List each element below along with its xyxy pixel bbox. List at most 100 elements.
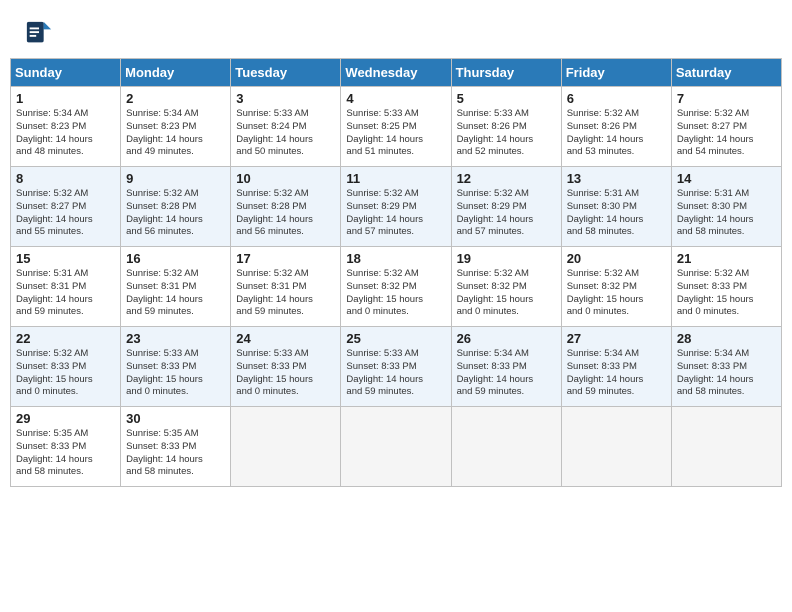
day-info: Sunrise: 5:32 AM Sunset: 8:32 PM Dayligh… <box>346 268 445 319</box>
day-info: Sunrise: 5:32 AM Sunset: 8:32 PM Dayligh… <box>457 268 556 319</box>
day-number: 23 <box>126 331 225 346</box>
calendar-cell: 6 Sunrise: 5:32 AM Sunset: 8:26 PM Daylig… <box>561 87 671 167</box>
day-number: 11 <box>346 171 445 186</box>
day-info: Sunrise: 5:34 AM Sunset: 8:33 PM Dayligh… <box>677 348 776 399</box>
day-info: Sunrise: 5:33 AM Sunset: 8:24 PM Dayligh… <box>236 108 335 159</box>
calendar-cell: 9 Sunrise: 5:32 AM Sunset: 8:28 PM Daylig… <box>121 167 231 247</box>
day-number: 8 <box>16 171 115 186</box>
calendar-cell <box>341 407 451 487</box>
day-number: 4 <box>346 91 445 106</box>
calendar-cell: 25 Sunrise: 5:33 AM Sunset: 8:33 PM Dayli… <box>341 327 451 407</box>
day-number: 18 <box>346 251 445 266</box>
calendar-cell: 27 Sunrise: 5:34 AM Sunset: 8:33 PM Dayli… <box>561 327 671 407</box>
day-info: Sunrise: 5:32 AM Sunset: 8:26 PM Dayligh… <box>567 108 666 159</box>
logo-icon <box>25 20 53 48</box>
day-number: 13 <box>567 171 666 186</box>
calendar-cell: 19 Sunrise: 5:32 AM Sunset: 8:32 PM Dayli… <box>451 247 561 327</box>
calendar-cell: 29 Sunrise: 5:35 AM Sunset: 8:33 PM Dayli… <box>11 407 121 487</box>
calendar-cell: 16 Sunrise: 5:32 AM Sunset: 8:31 PM Dayli… <box>121 247 231 327</box>
calendar-cell: 22 Sunrise: 5:32 AM Sunset: 8:33 PM Dayli… <box>11 327 121 407</box>
col-header-tuesday: Tuesday <box>231 59 341 87</box>
col-header-wednesday: Wednesday <box>341 59 451 87</box>
day-info: Sunrise: 5:34 AM Sunset: 8:33 PM Dayligh… <box>567 348 666 399</box>
day-info: Sunrise: 5:32 AM Sunset: 8:27 PM Dayligh… <box>16 188 115 239</box>
calendar-cell: 2 Sunrise: 5:34 AM Sunset: 8:23 PM Daylig… <box>121 87 231 167</box>
day-info: Sunrise: 5:32 AM Sunset: 8:32 PM Dayligh… <box>567 268 666 319</box>
calendar-cell <box>671 407 781 487</box>
calendar-cell: 18 Sunrise: 5:32 AM Sunset: 8:32 PM Dayli… <box>341 247 451 327</box>
logo <box>25 20 55 48</box>
day-info: Sunrise: 5:32 AM Sunset: 8:27 PM Dayligh… <box>677 108 776 159</box>
day-info: Sunrise: 5:34 AM Sunset: 8:33 PM Dayligh… <box>457 348 556 399</box>
day-number: 27 <box>567 331 666 346</box>
day-info: Sunrise: 5:32 AM Sunset: 8:28 PM Dayligh… <box>236 188 335 239</box>
calendar-cell <box>561 407 671 487</box>
calendar-cell: 26 Sunrise: 5:34 AM Sunset: 8:33 PM Dayli… <box>451 327 561 407</box>
day-number: 19 <box>457 251 556 266</box>
day-info: Sunrise: 5:33 AM Sunset: 8:33 PM Dayligh… <box>126 348 225 399</box>
calendar-header-row: SundayMondayTuesdayWednesdayThursdayFrid… <box>11 59 782 87</box>
day-info: Sunrise: 5:33 AM Sunset: 8:25 PM Dayligh… <box>346 108 445 159</box>
day-number: 15 <box>16 251 115 266</box>
day-info: Sunrise: 5:33 AM Sunset: 8:33 PM Dayligh… <box>236 348 335 399</box>
calendar-cell: 17 Sunrise: 5:32 AM Sunset: 8:31 PM Dayli… <box>231 247 341 327</box>
day-number: 25 <box>346 331 445 346</box>
day-info: Sunrise: 5:32 AM Sunset: 8:31 PM Dayligh… <box>236 268 335 319</box>
day-info: Sunrise: 5:32 AM Sunset: 8:29 PM Dayligh… <box>346 188 445 239</box>
day-info: Sunrise: 5:34 AM Sunset: 8:23 PM Dayligh… <box>16 108 115 159</box>
day-number: 14 <box>677 171 776 186</box>
day-info: Sunrise: 5:31 AM Sunset: 8:31 PM Dayligh… <box>16 268 115 319</box>
day-info: Sunrise: 5:35 AM Sunset: 8:33 PM Dayligh… <box>16 428 115 479</box>
day-info: Sunrise: 5:31 AM Sunset: 8:30 PM Dayligh… <box>567 188 666 239</box>
calendar-cell: 13 Sunrise: 5:31 AM Sunset: 8:30 PM Dayli… <box>561 167 671 247</box>
day-info: Sunrise: 5:33 AM Sunset: 8:26 PM Dayligh… <box>457 108 556 159</box>
calendar-cell: 15 Sunrise: 5:31 AM Sunset: 8:31 PM Dayli… <box>11 247 121 327</box>
day-info: Sunrise: 5:35 AM Sunset: 8:33 PM Dayligh… <box>126 428 225 479</box>
day-number: 26 <box>457 331 556 346</box>
calendar-week-row: 1Sunrise: 5:34 AM Sunset: 8:23 PM Daylig… <box>11 87 782 167</box>
day-info: Sunrise: 5:31 AM Sunset: 8:30 PM Dayligh… <box>677 188 776 239</box>
col-header-sunday: Sunday <box>11 59 121 87</box>
day-number: 12 <box>457 171 556 186</box>
col-header-friday: Friday <box>561 59 671 87</box>
day-number: 2 <box>126 91 225 106</box>
day-number: 30 <box>126 411 225 426</box>
calendar-cell: 11 Sunrise: 5:32 AM Sunset: 8:29 PM Dayli… <box>341 167 451 247</box>
page-header <box>10 10 782 53</box>
calendar-cell: 1Sunrise: 5:34 AM Sunset: 8:23 PM Daylig… <box>11 87 121 167</box>
calendar-table: SundayMondayTuesdayWednesdayThursdayFrid… <box>10 58 782 487</box>
calendar-cell: 30 Sunrise: 5:35 AM Sunset: 8:33 PM Dayli… <box>121 407 231 487</box>
col-header-thursday: Thursday <box>451 59 561 87</box>
day-number: 17 <box>236 251 335 266</box>
day-info: Sunrise: 5:32 AM Sunset: 8:29 PM Dayligh… <box>457 188 556 239</box>
calendar-cell: 5 Sunrise: 5:33 AM Sunset: 8:26 PM Daylig… <box>451 87 561 167</box>
col-header-saturday: Saturday <box>671 59 781 87</box>
calendar-week-row: 29 Sunrise: 5:35 AM Sunset: 8:33 PM Dayli… <box>11 407 782 487</box>
calendar-week-row: 22 Sunrise: 5:32 AM Sunset: 8:33 PM Dayli… <box>11 327 782 407</box>
calendar-week-row: 15 Sunrise: 5:31 AM Sunset: 8:31 PM Dayli… <box>11 247 782 327</box>
day-number: 29 <box>16 411 115 426</box>
calendar-cell: 28 Sunrise: 5:34 AM Sunset: 8:33 PM Dayli… <box>671 327 781 407</box>
day-info: Sunrise: 5:32 AM Sunset: 8:28 PM Dayligh… <box>126 188 225 239</box>
day-info: Sunrise: 5:32 AM Sunset: 8:33 PM Dayligh… <box>16 348 115 399</box>
calendar-cell <box>231 407 341 487</box>
col-header-monday: Monday <box>121 59 231 87</box>
day-number: 24 <box>236 331 335 346</box>
day-number: 5 <box>457 91 556 106</box>
day-number: 10 <box>236 171 335 186</box>
calendar-cell: 20Sunrise: 5:32 AM Sunset: 8:32 PM Dayli… <box>561 247 671 327</box>
day-info: Sunrise: 5:32 AM Sunset: 8:31 PM Dayligh… <box>126 268 225 319</box>
day-info: Sunrise: 5:33 AM Sunset: 8:33 PM Dayligh… <box>346 348 445 399</box>
calendar-cell: 8 Sunrise: 5:32 AM Sunset: 8:27 PM Daylig… <box>11 167 121 247</box>
day-number: 22 <box>16 331 115 346</box>
calendar-cell: 21Sunrise: 5:32 AM Sunset: 8:33 PM Dayli… <box>671 247 781 327</box>
calendar-cell: 14 Sunrise: 5:31 AM Sunset: 8:30 PM Dayli… <box>671 167 781 247</box>
day-info: Sunrise: 5:34 AM Sunset: 8:23 PM Dayligh… <box>126 108 225 159</box>
day-number: 9 <box>126 171 225 186</box>
calendar-cell: 23 Sunrise: 5:33 AM Sunset: 8:33 PM Dayli… <box>121 327 231 407</box>
day-number: 28 <box>677 331 776 346</box>
day-number: 7 <box>677 91 776 106</box>
day-number: 6 <box>567 91 666 106</box>
day-number: 16 <box>126 251 225 266</box>
calendar-cell: 3Sunrise: 5:33 AM Sunset: 8:24 PM Daylig… <box>231 87 341 167</box>
